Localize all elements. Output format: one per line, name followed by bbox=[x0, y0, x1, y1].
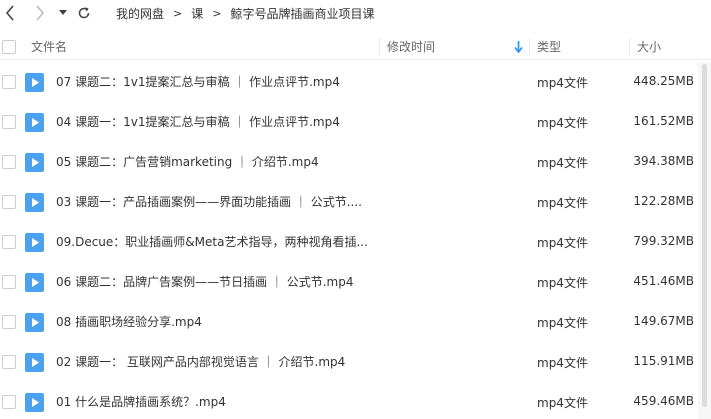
row-checkbox[interactable] bbox=[2, 235, 16, 249]
file-size: 122.28MB bbox=[633, 194, 694, 208]
file-size: 799.32MB bbox=[633, 234, 694, 248]
history-dropdown-button[interactable] bbox=[56, 3, 70, 23]
chevron-right-icon bbox=[36, 5, 45, 21]
column-header: 文件名 修改时间 类型 大小 bbox=[0, 33, 711, 60]
file-size: 161.52MB bbox=[633, 114, 694, 128]
sort-down-arrow-icon bbox=[514, 40, 523, 53]
file-type: mp4文件 bbox=[537, 196, 588, 210]
toolbar: 我的网盘 > 课 > 鲸字号品牌插画商业项目课 bbox=[0, 0, 711, 26]
file-size: 448.25MB bbox=[633, 74, 694, 88]
column-size-header[interactable]: 大小 bbox=[637, 33, 661, 60]
column-modified-header[interactable]: 修改时间 bbox=[387, 33, 435, 60]
row-checkbox[interactable] bbox=[2, 315, 16, 329]
file-type: mp4文件 bbox=[537, 156, 588, 170]
file-type: mp4文件 bbox=[537, 316, 588, 330]
file-size: 459.46MB bbox=[633, 394, 694, 408]
file-size: 149.67MB bbox=[633, 314, 694, 328]
file-type: mp4文件 bbox=[537, 76, 588, 90]
file-name[interactable]: 06 课题二：品牌广告案例——节日插画 ｜ 公式节.mp4 bbox=[56, 273, 353, 290]
breadcrumb-separator: > bbox=[173, 6, 183, 20]
column-divider[interactable] bbox=[629, 38, 630, 56]
file-row[interactable]: 04 课题一：1v1提案汇总与审稿 ｜ 作业点评节.mp4 mp4文件 161.52… bbox=[0, 102, 711, 142]
refresh-icon bbox=[78, 7, 90, 19]
file-name[interactable]: 07 课题二：1v1提案汇总与审稿 ｜ 作业点评节.mp4 bbox=[56, 73, 340, 90]
breadcrumb-item-my-drive[interactable]: 我的网盘 bbox=[116, 5, 164, 22]
file-type: mp4文件 bbox=[537, 116, 588, 130]
row-checkbox[interactable] bbox=[2, 275, 16, 289]
video-file-icon bbox=[25, 273, 44, 292]
breadcrumb-item-current-folder[interactable]: 鲸字号品牌插画商业项目课 bbox=[230, 5, 374, 22]
video-file-icon bbox=[25, 73, 44, 92]
file-name[interactable]: 03 课题一：产品插画案例——界面功能插画 ｜ 公式节.... bbox=[56, 193, 362, 210]
file-size: 115.91MB bbox=[633, 354, 694, 368]
caret-down-icon bbox=[59, 10, 67, 15]
column-name-header[interactable]: 文件名 bbox=[31, 33, 67, 60]
file-name[interactable]: 01 什么是品牌插画系统？.mp4 bbox=[56, 393, 226, 410]
breadcrumb-separator: > bbox=[212, 6, 222, 20]
row-checkbox[interactable] bbox=[2, 115, 16, 129]
breadcrumb: 我的网盘 > 课 > 鲸字号品牌插画商业项目课 bbox=[116, 4, 374, 22]
back-button[interactable] bbox=[0, 3, 20, 23]
row-checkbox[interactable] bbox=[2, 395, 16, 409]
file-size: 451.46MB bbox=[633, 274, 694, 288]
video-file-icon bbox=[25, 193, 44, 212]
video-file-icon bbox=[25, 153, 44, 172]
video-file-icon bbox=[25, 353, 44, 372]
file-name[interactable]: 08 插画职场经验分享.mp4 bbox=[56, 313, 202, 330]
file-row[interactable]: 06 课题二：品牌广告案例——节日插画 ｜ 公式节.mp4 mp4文件 451.46… bbox=[0, 262, 711, 302]
file-size: 394.38MB bbox=[633, 154, 694, 168]
file-type: mp4文件 bbox=[537, 356, 588, 370]
column-divider[interactable] bbox=[379, 38, 380, 56]
file-row[interactable]: 05 课题二：广告营销marketing ｜ 介绍节.mp4 mp4文件 394.3… bbox=[0, 142, 711, 182]
file-row[interactable]: 01 什么是品牌插画系统？.mp4 mp4文件 459.46MB bbox=[0, 382, 711, 419]
scrollbar[interactable] bbox=[698, 62, 711, 419]
file-name[interactable]: 04 课题一：1v1提案汇总与审稿 ｜ 作业点评节.mp4 bbox=[56, 113, 340, 130]
file-name[interactable]: 02 课题一： 互联网产品内部视觉语言 ｜ 介绍节.mp4 bbox=[56, 353, 345, 370]
file-name[interactable]: 09.Decue：职业插画师&Meta艺术指导，两种视角看插... bbox=[56, 233, 368, 250]
file-row[interactable]: 07 课题二：1v1提案汇总与审稿 ｜ 作业点评节.mp4 mp4文件 448.25… bbox=[0, 62, 711, 102]
row-checkbox[interactable] bbox=[2, 355, 16, 369]
file-type: mp4文件 bbox=[537, 236, 588, 250]
video-file-icon bbox=[25, 393, 44, 412]
forward-button[interactable] bbox=[30, 3, 50, 23]
row-checkbox[interactable] bbox=[2, 195, 16, 209]
breadcrumb-item-course[interactable]: 课 bbox=[191, 5, 203, 22]
file-row[interactable]: 02 课题一： 互联网产品内部视觉语言 ｜ 介绍节.mp4 mp4文件 115.91… bbox=[0, 342, 711, 382]
select-all-checkbox[interactable] bbox=[2, 39, 16, 54]
column-divider[interactable] bbox=[529, 38, 530, 56]
file-name[interactable]: 05 课题二：广告营销marketing ｜ 介绍节.mp4 bbox=[56, 153, 319, 170]
refresh-button[interactable] bbox=[74, 3, 94, 23]
select-all-cell bbox=[2, 33, 16, 60]
file-row[interactable]: 09.Decue：职业插画师&Meta艺术指导，两种视角看插... mp4文件 79… bbox=[0, 222, 711, 262]
file-row[interactable]: 03 课题一：产品插画案例——界面功能插画 ｜ 公式节.... mp4文件 122.… bbox=[0, 182, 711, 222]
column-type-header[interactable]: 类型 bbox=[537, 33, 561, 60]
file-type: mp4文件 bbox=[537, 276, 588, 290]
sort-indicator[interactable] bbox=[514, 33, 523, 60]
video-file-icon bbox=[25, 313, 44, 332]
file-type: mp4文件 bbox=[537, 396, 588, 410]
file-row[interactable]: 08 插画职场经验分享.mp4 mp4文件 149.67MB bbox=[0, 302, 711, 342]
row-checkbox[interactable] bbox=[2, 155, 16, 169]
video-file-icon bbox=[25, 233, 44, 252]
video-file-icon bbox=[25, 113, 44, 132]
row-checkbox[interactable] bbox=[2, 75, 16, 89]
chevron-left-icon bbox=[5, 5, 14, 21]
scrollbar-thumb[interactable] bbox=[702, 64, 707, 407]
